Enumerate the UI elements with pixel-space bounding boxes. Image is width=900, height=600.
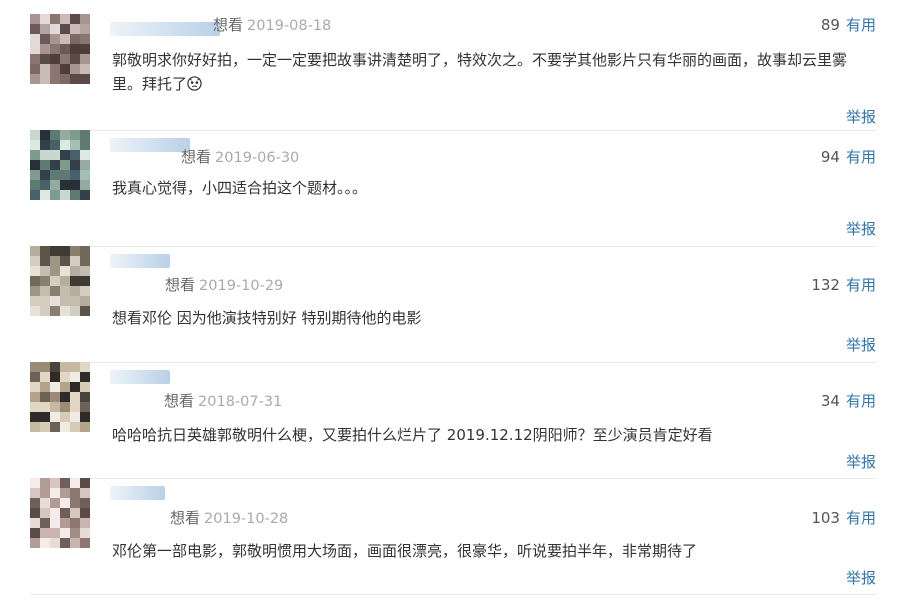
comment-text: 邓伦第一部电影，郭敬明惯用大场面，画面很漂亮，很豪华，听说要拍半年，非常期待了 [112,539,876,563]
watch-status: 想看 [170,509,201,527]
vote-count: 34 [820,392,840,410]
avatar[interactable] [30,14,90,84]
comment-text: 我真心觉得，小四适合拍这个题材。。。 [112,176,876,200]
report-button[interactable]: 举报 [846,451,876,473]
comment-date: 2019-08-18 [247,18,332,34]
vote-area: 94 有用 [821,146,876,168]
vote-count: 132 [811,276,840,294]
report-button[interactable]: 举报 [846,218,876,240]
useful-button[interactable]: 有用 [846,16,876,34]
comment-date: 2019-06-30 [215,150,300,166]
comment-meta: 想看 2019-08-18 [213,14,331,37]
useful-button[interactable]: 有用 [846,148,876,166]
vote-count: 89 [820,16,840,34]
avatar[interactable] [30,246,90,316]
useful-button[interactable]: 有用 [846,276,876,294]
report-button[interactable]: 举报 [846,567,876,589]
comment-item: 想看 2019-10-28 103 有用 邓伦第一部电影，郭敬明惯用大场面，画面很漂… [30,478,876,595]
comment-item: 想看 2019-10-29 132 有用 想看邓伦 因为他演技特别好 特别期待他的电… [30,246,876,363]
comment-body: 郭敬明求你好好拍，一定一定要把故事讲清楚明了，特效次之。不要学其他影片只有华丽的… [112,51,848,93]
report-button[interactable]: 举报 [846,106,876,128]
watch-status: 想看 [165,276,196,294]
vote-area: 34 有用 [821,390,876,412]
comment-text: 想看邓伦 因为他演技特别好 特别期待他的电影 [112,306,876,330]
username-blurred[interactable] [110,254,170,268]
vote-count: 103 [811,509,840,527]
username-blurred[interactable] [110,22,220,36]
useful-button[interactable]: 有用 [846,509,876,527]
comment-body: 哈哈哈抗日英雄郭敬明什么梗，又要拍什么烂片了 2019.12.12阴阳师？至少演… [112,426,713,444]
avatar[interactable] [30,130,90,200]
comment-item: 想看 2018-07-31 34 有用 哈哈哈抗日英雄郭敬明什么梗，又要拍什么烂片了… [30,362,876,479]
comment-item: 想看 2019-08-18 89 有用 郭敬明求你好好拍，一定一定要把故事讲清楚明了… [30,14,876,131]
comment-body: 我真心觉得，小四适合拍这个题材。。。 [112,179,368,197]
comment-text: 哈哈哈抗日英雄郭敬明什么梗，又要拍什么烂片了 2019.12.12阴阳师？至少演… [112,423,876,447]
avatar[interactable] [30,362,90,432]
vote-area: 103 有用 [811,507,876,529]
pleading-emoji-icon [187,76,202,91]
comment-meta: 想看 2018-07-31 [164,390,282,413]
comment-meta: 想看 2019-10-28 [170,507,288,530]
useful-button[interactable]: 有用 [846,392,876,410]
username-blurred[interactable] [110,486,165,500]
comment-date: 2018-07-31 [198,394,283,410]
avatar[interactable] [30,478,90,548]
username-blurred[interactable] [110,138,190,152]
watch-status: 想看 [164,392,195,410]
comment-body: 邓伦第一部电影，郭敬明惯用大场面，画面很漂亮，很豪华，听说要拍半年，非常期待了 [112,542,698,560]
vote-area: 132 有用 [811,274,876,296]
vote-count: 94 [820,148,840,166]
comment-list: 想看 2019-08-18 89 有用 郭敬明求你好好拍，一定一定要把故事讲清楚明了… [0,0,900,600]
report-button[interactable]: 举报 [846,334,876,356]
vote-area: 89 有用 [821,14,876,36]
comment-meta: 想看 2019-06-30 [181,146,299,169]
comment-meta: 想看 2019-10-29 [165,274,283,297]
comment-date: 2019-10-28 [204,511,289,527]
watch-status: 想看 [181,148,212,166]
comment-text: 郭敬明求你好好拍，一定一定要把故事讲清楚明了，特效次之。不要学其他影片只有华丽的… [112,48,876,96]
comment-body: 想看邓伦 因为他演技特别好 特别期待他的电影 [112,309,422,327]
watch-status: 想看 [213,16,244,34]
comment-item: 想看 2019-06-30 94 有用 我真心觉得，小四适合拍这个题材。。。 举报 [30,130,876,247]
comment-date: 2019-10-29 [199,278,284,294]
username-blurred[interactable] [110,370,170,384]
